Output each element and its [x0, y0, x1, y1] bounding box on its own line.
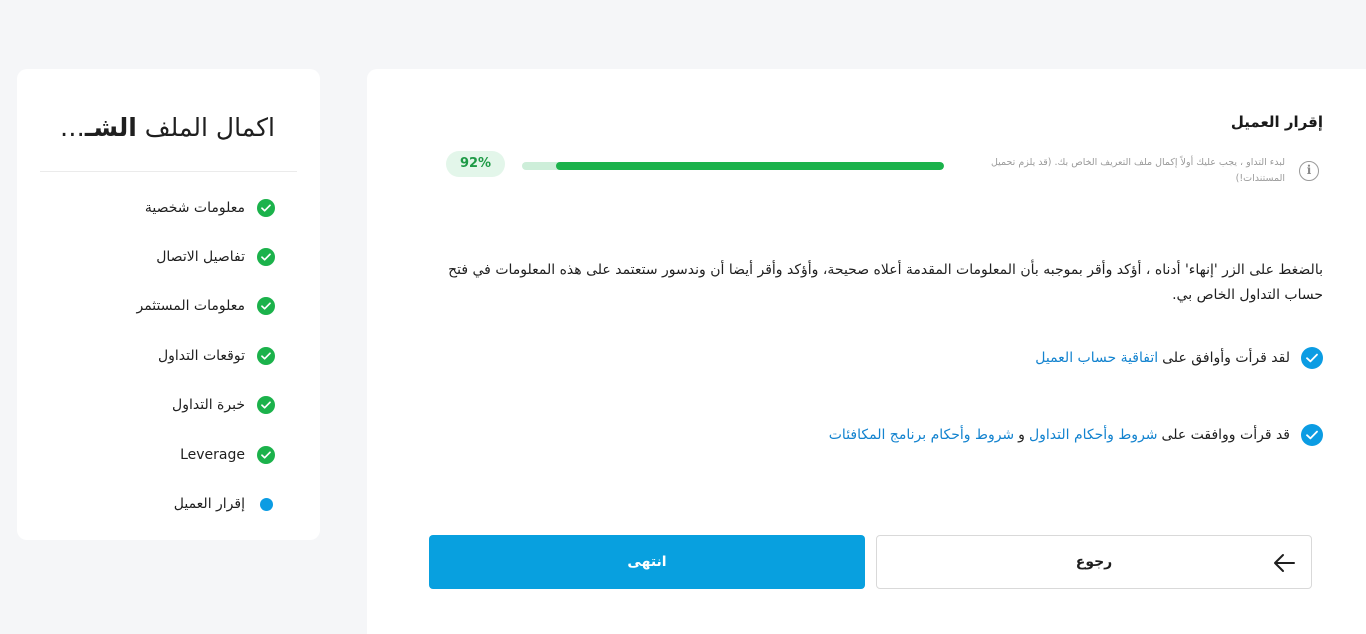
check-circle-icon	[257, 445, 275, 464]
agreement-terms: قد قرأت ووافقت على شروط وأحكام التداول و…	[825, 424, 1323, 446]
agreement-text: قد قرأت ووافقت على	[1161, 427, 1290, 443]
back-button-label: رجوع	[1075, 554, 1113, 570]
agreement-connector: و	[1018, 427, 1025, 443]
page: إقرار العميل i لبدء التداو ، يجب عليك أو…	[0, 0, 1366, 634]
check-circle-icon	[257, 346, 275, 365]
sidebar-item-label: معلومات شخصية	[144, 199, 245, 216]
progress-fill	[555, 162, 944, 170]
progress-bar	[522, 162, 944, 170]
sidebar-item-label: خبرة التداول	[172, 397, 245, 414]
finish-button[interactable]: انتهى	[429, 535, 865, 589]
check-circle-icon	[257, 396, 275, 415]
sidebar-item-trading-expectations[interactable]: توقعات التداول	[136, 331, 275, 380]
rewards-terms-link[interactable]: شروط وأحكام برنامج المكافئات	[829, 427, 1014, 443]
check-circle-icon	[257, 297, 275, 316]
client-declaration-panel: إقرار العميل i لبدء التداو ، يجب عليك أو…	[367, 69, 1366, 634]
arrow-left-icon	[1274, 554, 1295, 572]
sidebar-title-bold: الشـ	[84, 113, 137, 142]
sidebar-item-trading-experience[interactable]: خبرة التداول	[136, 381, 275, 430]
sidebar-item-label: توقعات التداول	[157, 347, 245, 364]
sidebar-item-label: تفاصيل الاتصال	[156, 249, 245, 266]
sidebar-title-ellipsis: …	[59, 113, 85, 142]
sidebar-item-leverage[interactable]: Leverage	[136, 430, 275, 479]
trading-terms-link[interactable]: شروط وأحكام التداول	[1029, 427, 1158, 443]
info-icon: i	[1299, 161, 1319, 181]
checkbox-terms-agreement[interactable]	[1301, 424, 1323, 446]
current-step-dot-icon	[257, 495, 275, 513]
checkbox-client-account-agreement[interactable]	[1301, 347, 1323, 369]
steps-list: معلومات شخصية تفاصيل الاتصال معلومات المست…	[136, 183, 275, 529]
finish-button-label: انتهى	[627, 554, 667, 570]
client-account-agreement-link[interactable]: اتفاقية حساب العميل	[1035, 350, 1158, 366]
sidebar-title-text: اكمال الملف	[136, 113, 275, 142]
divider	[40, 171, 297, 172]
info-text: لبدء التداو ، يجب عليك أولاً إكمال ملف ا…	[990, 157, 1285, 184]
check-icon	[1306, 430, 1318, 440]
sidebar-item-contact-details[interactable]: تفاصيل الاتصال	[136, 232, 275, 281]
sidebar-item-label: Leverage	[180, 446, 245, 463]
sidebar-item-personal-info[interactable]: معلومات شخصية	[136, 183, 275, 232]
sidebar-item-client-declaration[interactable]: إقرار العميل	[136, 479, 275, 528]
sidebar-title: اكمال الملف الشـ…	[60, 113, 275, 142]
progress-percentage-badge: 92%	[446, 151, 505, 177]
page-title: إقرار العميل	[1230, 113, 1323, 131]
sidebar-item-investor-info[interactable]: معلومات المستثمر	[136, 282, 275, 331]
declaration-text: بالضغط على الزر 'إنهاء' أدناه ، أؤكد وأق…	[448, 262, 1323, 303]
sidebar-item-label: إقرار العميل	[173, 496, 245, 513]
check-circle-icon	[257, 248, 275, 267]
agreement-client-account: لقد قرأت وأوافق على اتفاقية حساب العميل	[1031, 347, 1323, 369]
check-circle-icon	[257, 198, 275, 217]
back-button[interactable]: رجوع	[876, 535, 1312, 589]
sidebar-item-label: معلومات المستثمر	[136, 298, 245, 315]
agreement-text: لقد قرأت وأوافق على	[1162, 350, 1290, 366]
check-icon	[1306, 353, 1318, 363]
profile-steps-sidebar: اكمال الملف الشـ… معلومات شخصية تفاصيل ال…	[17, 69, 320, 540]
